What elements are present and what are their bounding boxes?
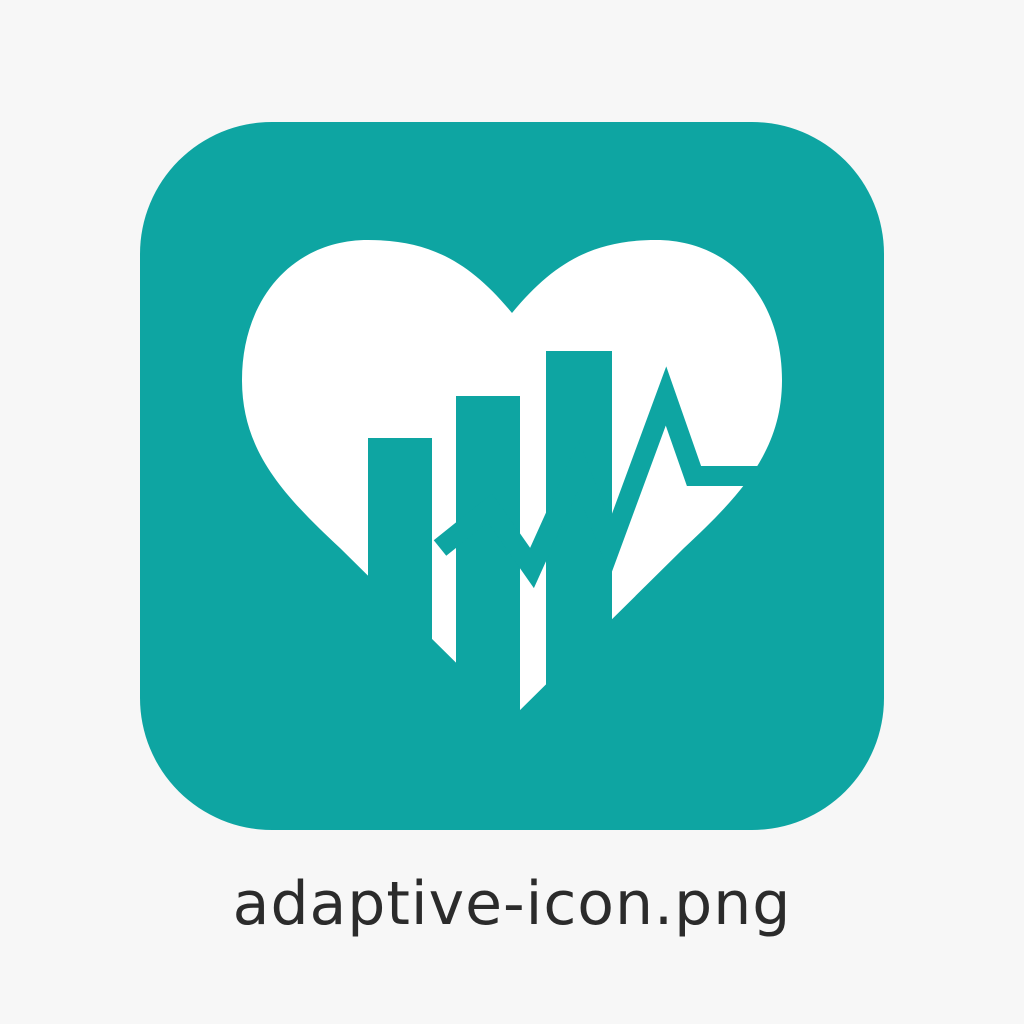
image-canvas: adaptive-icon.png [0, 0, 1024, 1024]
chart-bar-1 [368, 438, 432, 738]
file-name-label: adaptive-icon.png [232, 869, 792, 939]
chart-bar-2 [456, 396, 520, 736]
